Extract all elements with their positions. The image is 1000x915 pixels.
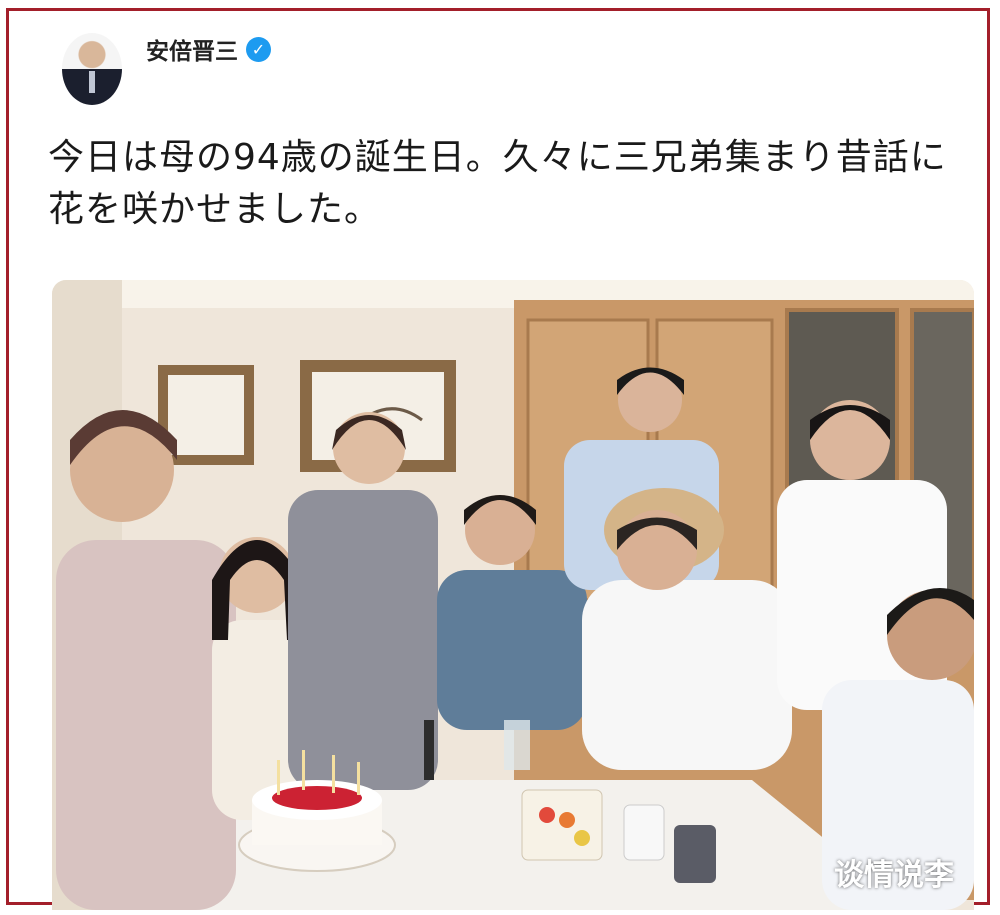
dark-cup bbox=[674, 825, 716, 883]
tweet-text-line-1: 今日は母の94歳の誕生日。久々に三兄弟集まり昔話に bbox=[48, 137, 947, 178]
family-photo-illustration bbox=[52, 280, 974, 910]
author-name[interactable]: 安倍晋三 bbox=[146, 32, 238, 66]
tweet-text: 今日は母の94歳の誕生日。久々に三兄弟集まり昔話に 花を咲かせました。 bbox=[48, 132, 968, 236]
profile-avatar[interactable] bbox=[62, 33, 122, 105]
author-row: 安倍晋三 ✓ bbox=[146, 32, 271, 66]
watermark: 谈情说李 bbox=[834, 858, 954, 893]
fruit-plate bbox=[521, 789, 603, 861]
verified-badge-icon: ✓ bbox=[246, 36, 271, 62]
picture-left-mat bbox=[168, 375, 244, 455]
avatar-tie bbox=[89, 71, 95, 93]
cup bbox=[623, 804, 665, 861]
water-glass bbox=[504, 720, 530, 770]
tweet-photo[interactable]: 谈情说李 bbox=[52, 280, 974, 910]
wine-bottle bbox=[424, 720, 434, 780]
tweet-text-line-2: 花を咲かせました。 bbox=[48, 189, 382, 230]
